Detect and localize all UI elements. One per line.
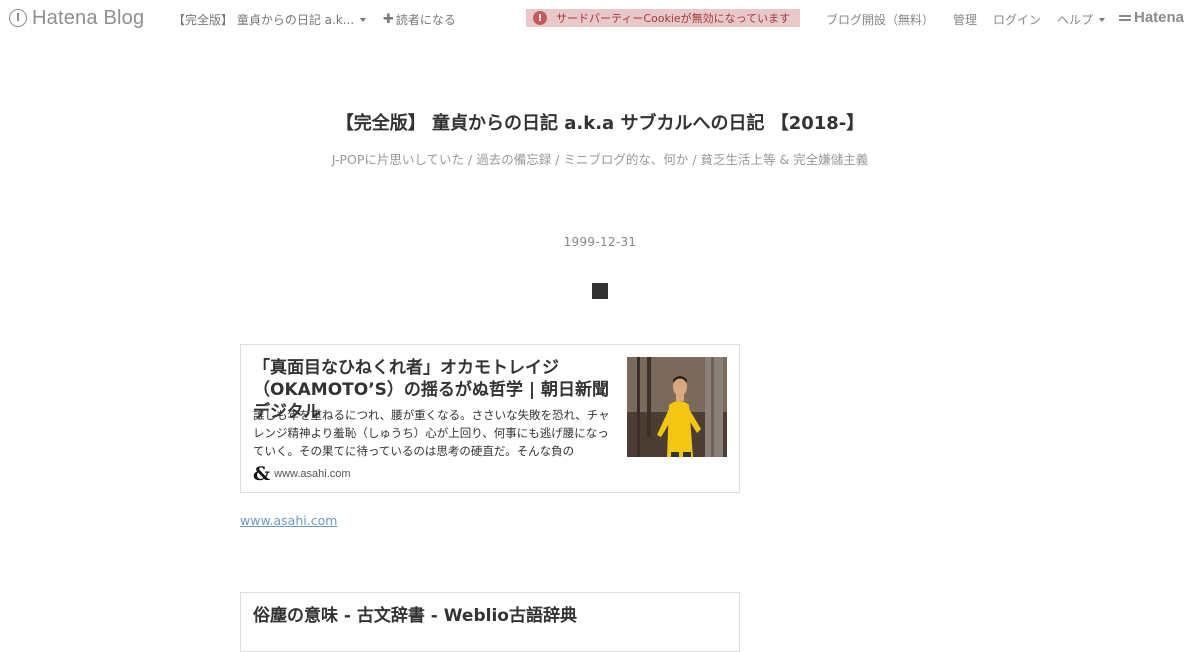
- embed-card-asahi[interactable]: 「真面目なひねくれ者」オカモトレイジ（OKAMOTO’S）の揺るがぬ哲学 | 朝…: [240, 344, 740, 493]
- logo-text: Hatena Blog: [32, 6, 145, 29]
- help-dropdown[interactable]: ヘルプ: [1057, 11, 1106, 28]
- embed-card-weblio[interactable]: 俗塵の意味 - 古文辞書 - Weblio古語辞典: [240, 592, 740, 652]
- subscribe-button[interactable]: ✚ 読者になる: [383, 11, 456, 28]
- thumbnail-photo: [627, 357, 727, 457]
- help-label: ヘルプ: [1057, 13, 1094, 27]
- top-navigation-bar: Hatena Blog 【完全版】 童貞からの日記 a.k... ✚ 読者になる…: [0, 0, 1200, 37]
- asahi-favicon-icon: &: [253, 463, 271, 485]
- warning-icon: !: [533, 11, 547, 25]
- embed-source-link[interactable]: www.asahi.com: [240, 513, 337, 528]
- blog-description: J-POPに片思いしていた / 過去の備忘録 / ミニブログ的な、何か / 貧乏…: [331, 152, 869, 167]
- chevron-down-icon: [1099, 17, 1106, 22]
- admin-link[interactable]: 管理: [953, 11, 977, 28]
- embed-card-source[interactable]: & www.asahi.com: [253, 464, 351, 484]
- embed-card-thumbnail[interactable]: [627, 357, 727, 457]
- embed-card-title[interactable]: 俗塵の意味 - 古文辞書 - Weblio古語辞典: [253, 605, 713, 627]
- login-link[interactable]: ログイン: [993, 11, 1041, 28]
- subscribe-label: 読者になる: [395, 13, 456, 27]
- hatena-logo-icon: [9, 9, 27, 27]
- embed-card-domain: www.asahi.com: [274, 468, 351, 480]
- blog-title[interactable]: 【完全版】 童貞からの日記 a.k.a サブカルへの日記 【2018-】: [0, 109, 1200, 135]
- cookie-warning-text: サードパーティーCookieが無効になっています: [556, 12, 791, 25]
- hatena-blog-logo[interactable]: Hatena Blog: [9, 6, 144, 30]
- cookie-warning-banner: ! サードパーティーCookieが無効になっています: [526, 9, 800, 27]
- open-blog-link[interactable]: ブログ開設（無料）: [826, 11, 934, 28]
- chevron-down-icon: [360, 17, 367, 22]
- entry-date[interactable]: 1999-12-31: [0, 235, 1200, 249]
- blog-selector-dropdown[interactable]: 【完全版】 童貞からの日記 a.k...: [173, 11, 367, 28]
- entry-title-square[interactable]: [592, 283, 608, 299]
- plus-icon: ✚: [383, 12, 394, 27]
- blog-selector-label: 【完全版】 童貞からの日記 a.k...: [173, 13, 355, 27]
- embed-card-description: 誰しも年を重ねるにつれ、腰が重くなる。ささいな失敗を恐れ、チャレンジ精神より羞恥…: [253, 408, 610, 458]
- hatena-brand-link[interactable]: Hatena: [1119, 9, 1184, 26]
- hatena-menu-icon: [1119, 13, 1131, 23]
- hatena-brand-label: Hatena: [1134, 9, 1185, 26]
